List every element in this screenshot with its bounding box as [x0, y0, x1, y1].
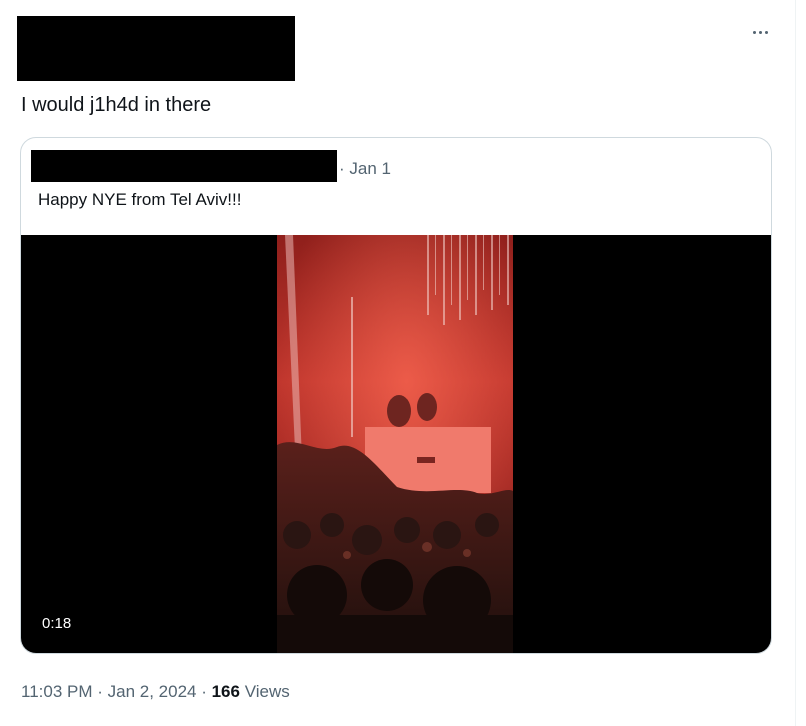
video-still — [277, 235, 513, 653]
video-duration-badge: 0:18 — [37, 612, 77, 636]
quoted-tweet-card[interactable]: · Jan 1 Happy NYE from Tel Aviv!!! 0:18 — [20, 137, 772, 654]
video-player[interactable]: 0:18 — [21, 235, 771, 653]
redacted-author-block — [17, 16, 295, 81]
video-frame — [277, 235, 513, 653]
tweet-date-link[interactable]: Jan 2, 2024 — [108, 682, 197, 701]
column-divider — [795, 0, 796, 726]
more-horizontal-icon — [752, 30, 768, 34]
quoted-redacted-author-block — [31, 150, 337, 182]
meta-separator: · — [92, 682, 108, 701]
quoted-tweet-text: Happy NYE from Tel Aviv!!! — [38, 190, 242, 209]
meta-separator: · — [196, 682, 212, 701]
views-count: 166 — [211, 682, 240, 701]
tweet-text: I would j1h4d in there — [21, 94, 212, 116]
tweet-time-link[interactable]: 11:03 PM — [21, 682, 93, 701]
tweet-meta-row: 11:03 PM · Jan 2, 2024 · 166 Views — [21, 680, 290, 704]
quoted-tweet-date[interactable]: · Jan 1 — [339, 158, 391, 180]
views-label: Views — [239, 682, 290, 701]
more-options-button[interactable] — [742, 18, 778, 46]
